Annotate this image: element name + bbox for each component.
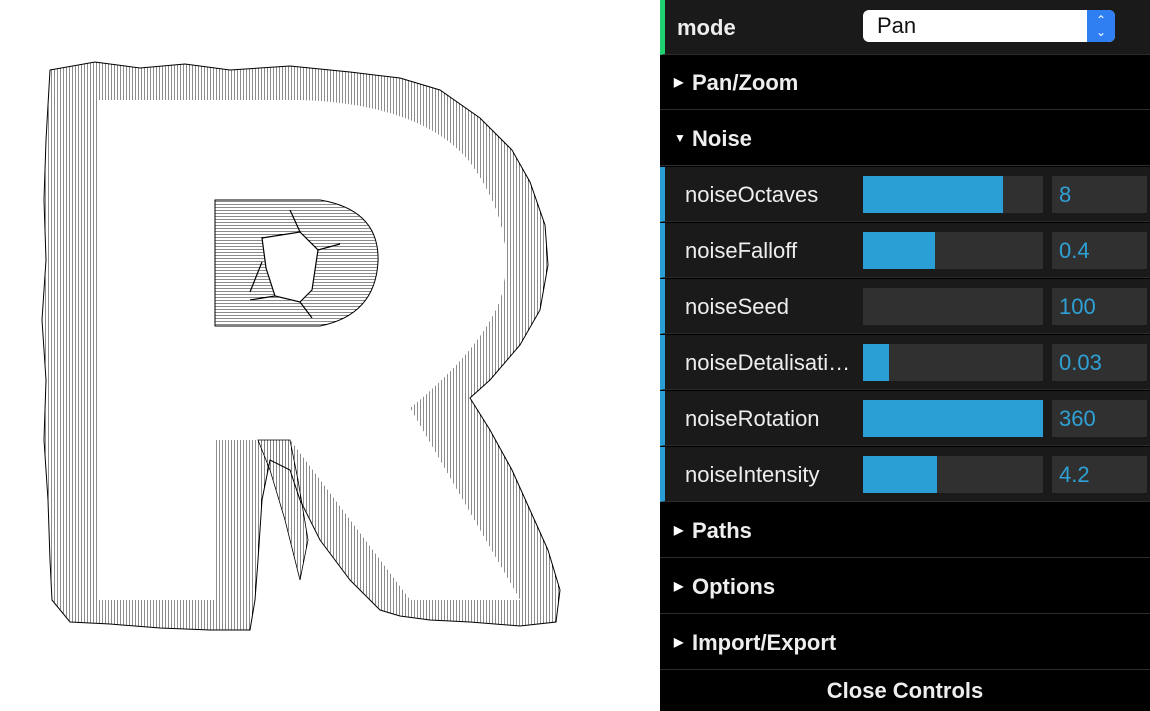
mode-row: mode Pan ⌃ ⌄ bbox=[660, 0, 1150, 55]
triangle-right-icon: ▶ bbox=[674, 75, 684, 89]
folder-paths[interactable]: ▶ Paths bbox=[660, 503, 1150, 558]
param-row-noise-falloff: noiseFalloff 0.4 bbox=[660, 223, 1150, 278]
slider-fill bbox=[863, 232, 935, 269]
triangle-right-icon: ▶ bbox=[674, 523, 684, 537]
slider-fill bbox=[863, 456, 937, 493]
param-row-noise-rotation: noiseRotation 360 bbox=[660, 391, 1150, 446]
triangle-down-icon: ▼ bbox=[674, 131, 686, 145]
up-down-chevron-icon: ⌃ ⌄ bbox=[1087, 10, 1115, 42]
param-value-input[interactable]: 8 bbox=[1052, 176, 1147, 213]
param-label: noiseSeed bbox=[685, 294, 789, 319]
param-label: noiseOctaves bbox=[685, 182, 819, 207]
param-row-noise-octaves: noiseOctaves 8 bbox=[660, 167, 1150, 222]
folder-paths-label: Paths bbox=[692, 518, 752, 543]
param-value-input[interactable]: 360 bbox=[1052, 400, 1147, 437]
folder-import-export[interactable]: ▶ Import/Export bbox=[660, 615, 1150, 670]
param-row-noise-intensity: noiseIntensity 4.2 bbox=[660, 447, 1150, 502]
folder-options-label: Options bbox=[692, 574, 776, 599]
param-slider[interactable] bbox=[863, 176, 1043, 213]
param-slider[interactable] bbox=[863, 232, 1043, 269]
triangle-right-icon: ▶ bbox=[674, 635, 684, 649]
param-value-input[interactable]: 0.4 bbox=[1052, 232, 1147, 269]
param-value-input[interactable]: 0.03 bbox=[1052, 344, 1147, 381]
slider-fill bbox=[863, 176, 1003, 213]
mode-label: mode bbox=[677, 15, 736, 40]
param-label: noiseRotation bbox=[685, 406, 820, 431]
triangle-right-icon: ▶ bbox=[674, 579, 684, 593]
mode-select-value: Pan bbox=[877, 13, 917, 38]
param-slider[interactable] bbox=[863, 400, 1043, 437]
folder-noise-label: Noise bbox=[692, 126, 752, 151]
param-slider[interactable] bbox=[863, 456, 1043, 493]
drawing-canvas[interactable] bbox=[0, 0, 660, 711]
param-label: noiseDetalisati… bbox=[685, 350, 851, 375]
folder-import-export-label: Import/Export bbox=[692, 630, 837, 655]
controls-panel: mode Pan ⌃ ⌄ ▶ Pan/Zoom ▼ Noise noiseOcta… bbox=[660, 0, 1150, 711]
param-label: noiseIntensity bbox=[685, 462, 820, 487]
close-controls-button[interactable]: Close Controls bbox=[660, 670, 1150, 711]
param-row-noise-seed: noiseSeed 100 bbox=[660, 279, 1150, 334]
param-row-noise-detalisation: noiseDetalisati… 0.03 bbox=[660, 335, 1150, 390]
folder-options[interactable]: ▶ Options bbox=[660, 559, 1150, 614]
slider-fill bbox=[863, 400, 1043, 437]
folder-pan-zoom[interactable]: ▶ Pan/Zoom bbox=[660, 55, 1150, 110]
letter-r-artwork bbox=[41, 61, 561, 631]
param-value-input[interactable]: 4.2 bbox=[1052, 456, 1147, 493]
folder-pan-zoom-label: Pan/Zoom bbox=[692, 70, 799, 95]
param-slider[interactable] bbox=[863, 344, 1043, 381]
param-value-input[interactable]: 100 bbox=[1052, 288, 1147, 325]
folder-noise[interactable]: ▼ Noise bbox=[660, 111, 1150, 166]
param-label: noiseFalloff bbox=[685, 238, 798, 263]
mode-select[interactable]: Pan ⌃ ⌄ bbox=[863, 10, 1115, 42]
param-slider[interactable] bbox=[863, 288, 1043, 325]
slider-fill bbox=[863, 344, 889, 381]
